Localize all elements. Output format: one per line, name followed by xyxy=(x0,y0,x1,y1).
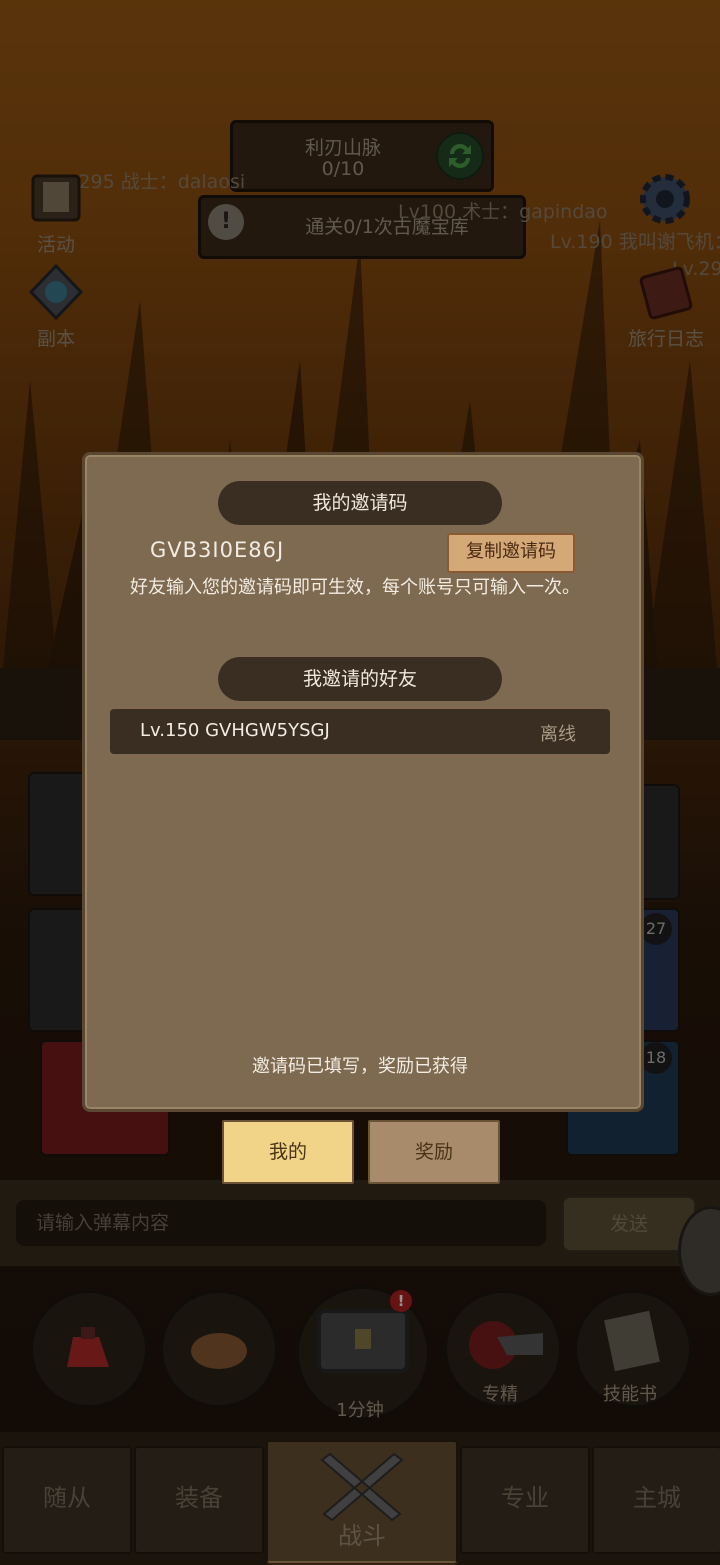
invite-code-value: GVB3I0E86J xyxy=(150,538,285,562)
invite-code-header: 我的邀请码 xyxy=(218,481,502,525)
copy-invite-code-button[interactable]: 复制邀请码 xyxy=(447,533,575,573)
invite-status-note: 邀请码已填写，奖励已获得 xyxy=(252,1056,468,1077)
friend-name: Lv.150 GVHGW5YSGJ xyxy=(140,720,330,741)
invited-friends-header: 我邀请的好友 xyxy=(218,657,502,701)
invite-description: 好友输入您的邀请码即可生效，每个账号只可输入一次。 xyxy=(130,577,580,598)
tab-mine[interactable]: 我的 xyxy=(222,1120,354,1184)
friend-status: 离线 xyxy=(540,724,576,745)
tab-reward[interactable]: 奖励 xyxy=(368,1120,500,1184)
